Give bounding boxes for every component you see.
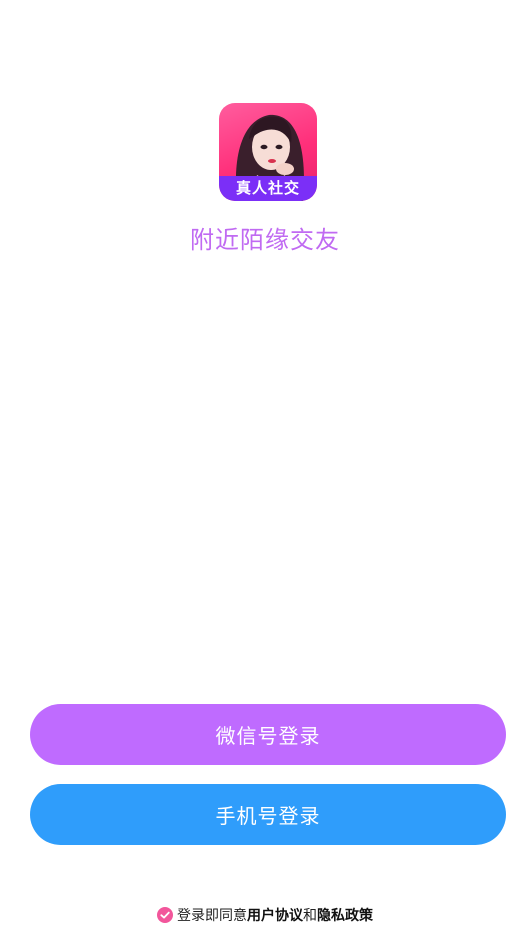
- app-logo-icon: 真人社交: [219, 103, 317, 201]
- wechat-login-button[interactable]: 微信号登录: [30, 704, 506, 765]
- app-title: 附近陌缘交友: [190, 226, 340, 254]
- agreement-row: 登录即同意用户协议和隐私政策: [0, 905, 530, 925]
- phone-login-button[interactable]: 手机号登录: [30, 784, 506, 845]
- agreement-prefix: 登录即同意: [177, 908, 247, 924]
- agreement-connector: 和: [303, 908, 317, 924]
- check-circle-icon[interactable]: [157, 907, 173, 923]
- app-icon-banner: 真人社交: [219, 176, 317, 201]
- login-screen: 真人社交 附近陌缘交友 微信号登录 手机号登录 登录即同意用户协议和隐私政策: [0, 0, 530, 939]
- user-agreement-link[interactable]: 用户协议: [247, 908, 303, 924]
- privacy-policy-link[interactable]: 隐私政策: [317, 908, 373, 924]
